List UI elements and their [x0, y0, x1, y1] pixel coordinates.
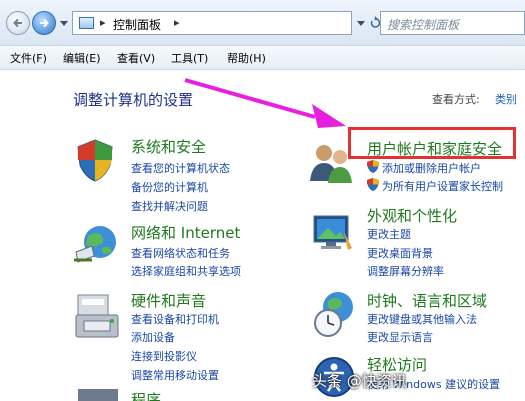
watermark: 头条 @快资讯: [312, 372, 407, 390]
annotation-highlight-box: [348, 127, 516, 159]
annotation-arrow: [184, 78, 346, 128]
control-panel-window: ▸ 控制面板 ▸ 搜索控制面板 文件(F) 编辑(E) 查看(V) 工具(T) …: [0, 0, 525, 401]
